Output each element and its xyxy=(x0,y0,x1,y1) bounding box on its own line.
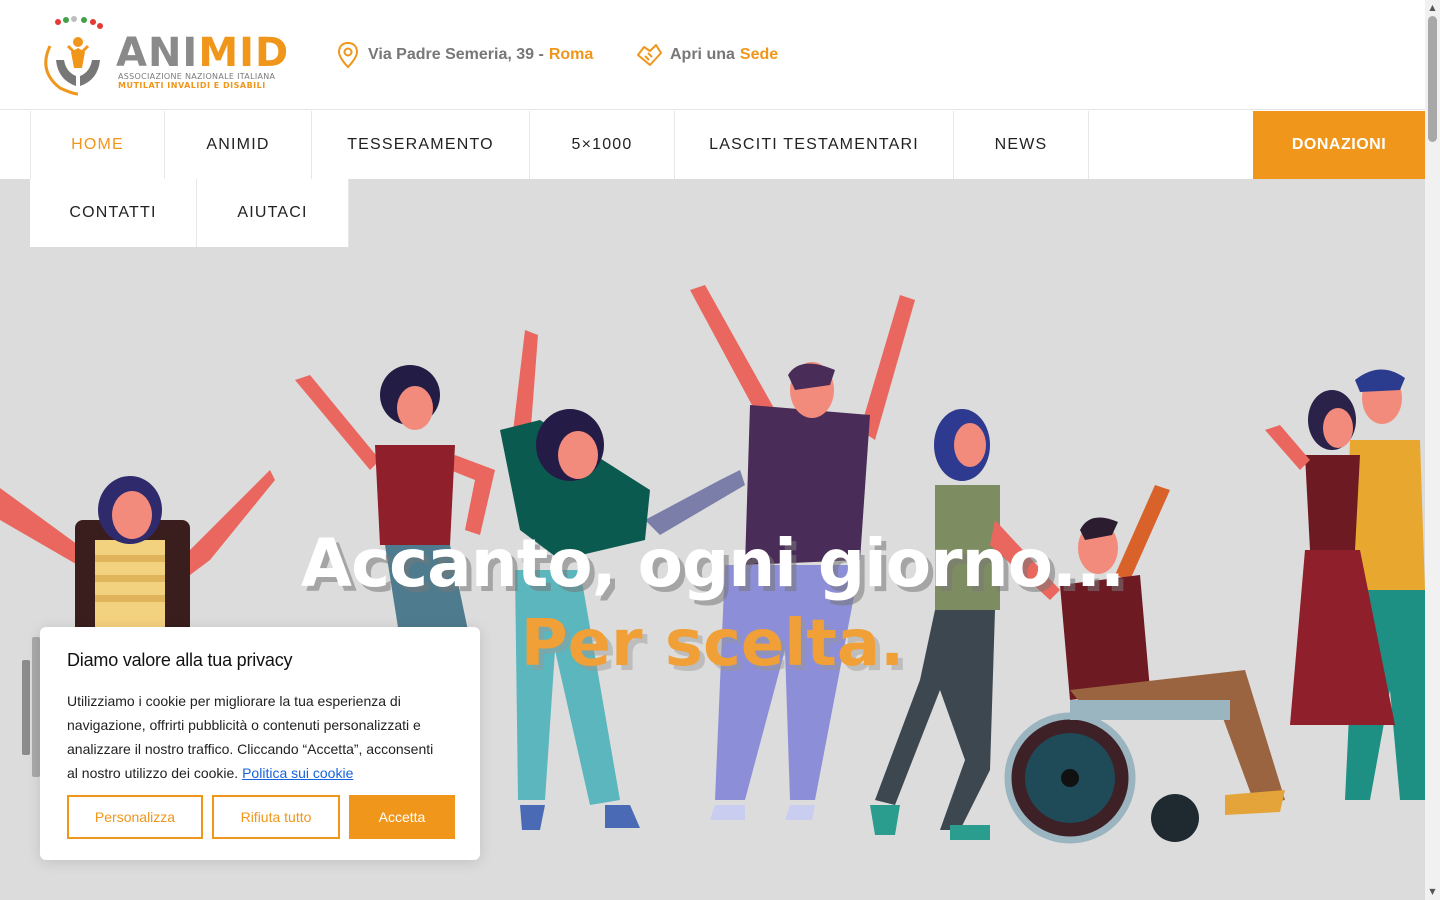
open-text: Apri una xyxy=(670,46,735,63)
scroll-thumb[interactable] xyxy=(1428,16,1437,142)
open-link-text: Sede xyxy=(739,46,779,63)
address-info[interactable]: Via Padre Semeria, 39 - Roma xyxy=(336,40,593,70)
nav-item-lasciti-testamentari[interactable]: LASCITI TESTAMENTARI xyxy=(674,111,954,179)
cookie-reject-button[interactable]: Rifiuta tutto xyxy=(212,795,340,839)
nav-item-news[interactable]: NEWS xyxy=(953,111,1089,179)
nav-item-aiutaci[interactable]: AIUTACI xyxy=(196,179,349,247)
scroll-up-arrow-icon[interactable]: ▲ xyxy=(1428,2,1437,14)
scroll-down-arrow-icon[interactable]: ▼ xyxy=(1428,886,1437,898)
logo-wordmark: ANIMID xyxy=(116,30,289,76)
logo-mid: MID xyxy=(198,30,290,76)
address-city: Roma xyxy=(548,46,594,63)
logo-subtitle-2: MUTILATI INVALIDI E DISABILI xyxy=(118,81,266,90)
donate-button[interactable]: DONAZIONI xyxy=(1253,111,1425,179)
address-text: Via Padre Semeria, 39 - xyxy=(368,46,544,63)
cookie-body: Utilizziamo i cookie per migliorare la t… xyxy=(67,689,447,785)
nav-item-home[interactable]: HOME xyxy=(30,111,165,179)
cookie-title: Diamo valore alla tua privacy xyxy=(67,650,293,670)
side-widget-tab[interactable] xyxy=(32,637,40,777)
cookie-customize-button[interactable]: Personalizza xyxy=(67,795,203,839)
logo-hands-icon xyxy=(44,16,103,96)
animid-logo[interactable]: ANIMID ASSOCIAZIONE NAZIONALE ITALIANA M… xyxy=(38,16,288,96)
main-navigation: HOME ANIMID TESSERAMENTO 5×1000 LASCITI … xyxy=(0,111,1425,179)
nav-item-tesseramento[interactable]: TESSERAMENTO xyxy=(311,111,530,179)
logo-ani: ANI xyxy=(116,30,199,76)
hero-headline: Accanto, ogni giorno... xyxy=(300,525,1125,602)
nav-item-5x1000[interactable]: 5×1000 xyxy=(529,111,675,179)
site-header: ANIMID ASSOCIAZIONE NAZIONALE ITALIANA M… xyxy=(0,0,1425,110)
nav-item-contatti[interactable]: CONTATTI xyxy=(30,179,197,247)
cookie-policy-link[interactable]: Politica sui cookie xyxy=(242,765,353,781)
page-scrollbar[interactable]: ▲ ▼ xyxy=(1425,0,1440,900)
handshake-icon xyxy=(637,44,662,66)
logo-subtitle-1: ASSOCIAZIONE NAZIONALE ITALIANA xyxy=(118,72,276,81)
side-widget-handle[interactable] xyxy=(22,660,30,755)
cookie-buttons: Personalizza Rifiuta tutto Accetta xyxy=(67,795,455,839)
location-pin-icon xyxy=(337,41,359,69)
cookie-accept-button[interactable]: Accetta xyxy=(349,795,455,839)
open-office-link[interactable]: Apri una Sede xyxy=(636,40,778,70)
nav-item-animid[interactable]: ANIMID xyxy=(164,111,312,179)
cookie-consent-banner: Diamo valore alla tua privacy Utilizziam… xyxy=(40,627,480,860)
